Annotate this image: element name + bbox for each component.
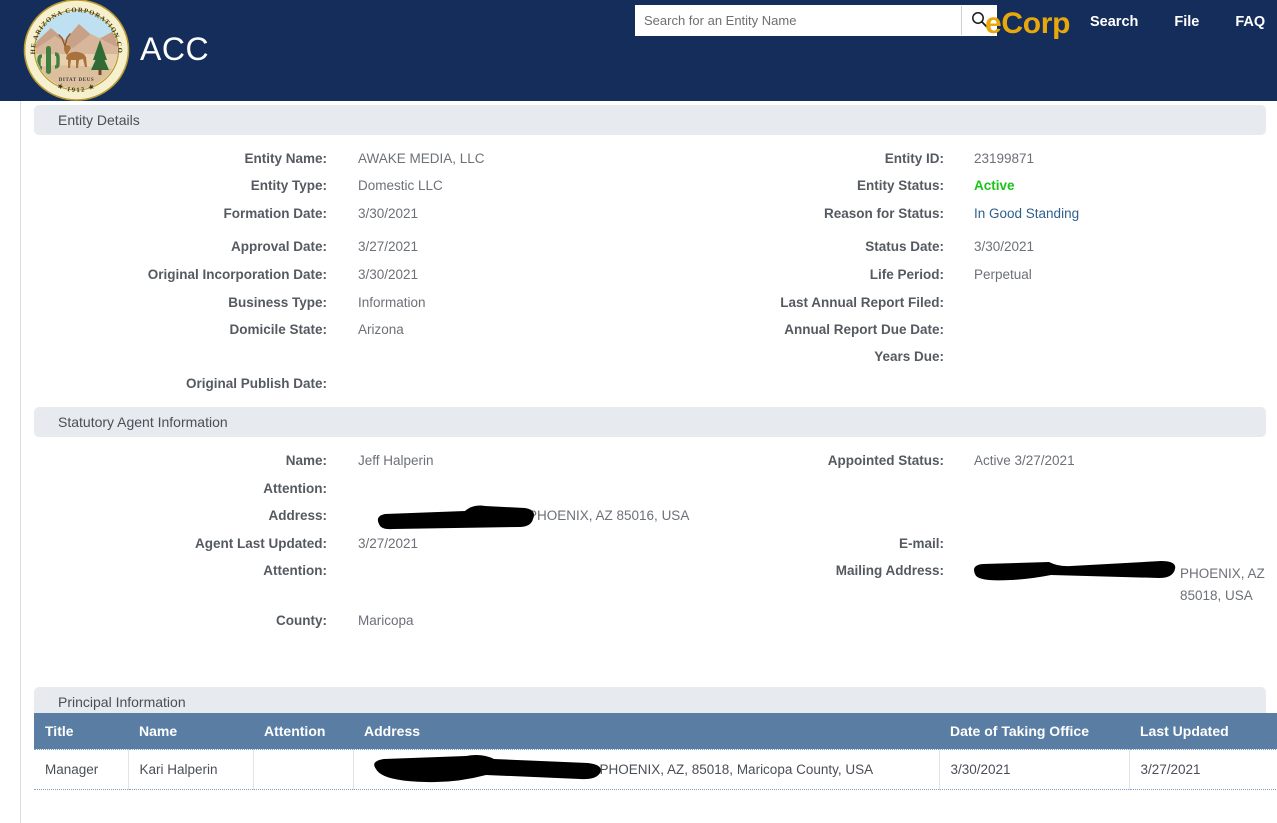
column-header-attention[interactable]: Attention bbox=[253, 713, 353, 749]
cell-date-of-taking-office: 3/30/2021 bbox=[939, 749, 1130, 790]
value-entity-id: 23199871 bbox=[974, 151, 1035, 166]
nav-link-file[interactable]: File bbox=[1174, 14, 1199, 30]
cell-name: Kari Halperin bbox=[128, 749, 254, 790]
value-business-type: Information bbox=[358, 295, 426, 310]
column-header-address[interactable]: Address bbox=[353, 713, 939, 749]
acc-seal-logo[interactable]: DITAT DEUS SEAL OF THE ARIZONA CORPORATI… bbox=[17, 0, 132, 103]
value-approval-date: 3/27/2021 bbox=[358, 239, 419, 254]
cell-attention bbox=[253, 749, 354, 790]
value-agent-address: PHOENIX, AZ 85016, USA bbox=[528, 508, 690, 523]
label-agent-attention: Attention: bbox=[263, 481, 327, 496]
search-input[interactable] bbox=[636, 6, 961, 35]
label-entity-type: Entity Type: bbox=[250, 178, 327, 193]
value-original-incorporation-date: 3/30/2021 bbox=[358, 267, 419, 282]
label-formation-date: Formation Date: bbox=[223, 206, 327, 221]
label-original-incorporation-date: Original Incorporation Date: bbox=[147, 267, 327, 282]
nav-link-faq[interactable]: FAQ bbox=[1235, 14, 1265, 30]
nav-link-search[interactable]: Search bbox=[1090, 14, 1138, 30]
label-appointed-status: Appointed Status: bbox=[827, 453, 944, 468]
entity-detail-page: Entity Details Entity Name: AWAKE MEDIA,… bbox=[20, 101, 1277, 823]
label-life-period: Life Period: bbox=[869, 267, 944, 282]
value-entity-type: Domestic LLC bbox=[358, 178, 443, 193]
label-reason-for-status: Reason for Status: bbox=[823, 206, 944, 221]
label-entity-name: Entity Name: bbox=[244, 151, 327, 166]
label-years-due: Years Due: bbox=[874, 349, 944, 364]
label-agent-email: E-mail: bbox=[898, 536, 944, 551]
label-mailing-address: Mailing Address: bbox=[835, 563, 944, 578]
column-header-last-updated[interactable]: Last Updated bbox=[1129, 713, 1277, 749]
value-appointed-status: Active 3/27/2021 bbox=[974, 453, 1075, 468]
site-header: DITAT DEUS SEAL OF THE ARIZONA CORPORATI… bbox=[0, 0, 1277, 101]
column-header-date-of-taking-office[interactable]: Date of Taking Office bbox=[939, 713, 1129, 749]
value-agent-name: Jeff Halperin bbox=[358, 453, 434, 468]
label-entity-id: Entity ID: bbox=[884, 151, 944, 166]
brand-acc-title: ACC bbox=[140, 31, 210, 67]
label-last-annual-report-filed: Last Annual Report Filed: bbox=[780, 295, 944, 310]
value-entity-status: Active bbox=[974, 178, 1015, 193]
value-domicile-state: Arizona bbox=[358, 322, 404, 337]
label-business-type: Business Type: bbox=[228, 295, 327, 310]
section-header-entity-details: Entity Details bbox=[34, 105, 1266, 135]
value-agent-last-updated: 3/27/2021 bbox=[358, 536, 419, 551]
svg-text:DITAT DEUS: DITAT DEUS bbox=[59, 78, 95, 83]
label-agent-county: County: bbox=[276, 613, 327, 628]
value-life-period: Perpetual bbox=[974, 267, 1032, 282]
label-annual-report-due-date: Annual Report Due Date: bbox=[784, 322, 944, 337]
value-agent-county: Maricopa bbox=[358, 613, 414, 628]
label-agent-address: Address: bbox=[268, 508, 327, 523]
value-formation-date: 3/30/2021 bbox=[358, 206, 419, 221]
table-row: Manager Kari Halperin PHOENIX, AZ, 85018… bbox=[34, 749, 1277, 790]
label-approval-date: Approval Date: bbox=[230, 239, 327, 254]
label-original-publish-date: Original Publish Date: bbox=[185, 376, 327, 391]
column-header-title[interactable]: Title bbox=[34, 713, 128, 749]
entity-search-box[interactable] bbox=[635, 5, 997, 36]
label-agent-name: Name: bbox=[285, 453, 327, 468]
brand-ecorp-title[interactable]: eCorp bbox=[985, 6, 1070, 42]
value-mailing-address: PHOENIX, AZ 85018, USA bbox=[1180, 566, 1265, 603]
cell-last-updated: 3/27/2021 bbox=[1129, 749, 1277, 790]
cell-address: PHOENIX, AZ, 85018, Maricopa County, USA bbox=[353, 749, 940, 790]
label-agent-attention-2: Attention: bbox=[263, 563, 327, 578]
cell-title: Manager bbox=[34, 749, 129, 790]
section-header-statutory-agent: Statutory Agent Information bbox=[34, 407, 1266, 437]
principal-information-table: Title Name Attention Address Date of Tak… bbox=[34, 713, 1277, 790]
label-status-date: Status Date: bbox=[865, 239, 944, 254]
label-entity-status: Entity Status: bbox=[856, 178, 944, 193]
label-agent-last-updated: Agent Last Updated: bbox=[194, 536, 327, 551]
table-header-row: Title Name Attention Address Date of Tak… bbox=[34, 713, 1277, 749]
value-status-date: 3/30/2021 bbox=[974, 239, 1035, 254]
primary-navigation: Search File FAQ bbox=[1090, 14, 1265, 30]
value-entity-name: AWAKE MEDIA, LLC bbox=[358, 151, 485, 166]
column-header-name[interactable]: Name bbox=[128, 713, 253, 749]
label-domicile-state: Domicile State: bbox=[229, 322, 327, 337]
value-reason-for-status[interactable]: In Good Standing bbox=[974, 206, 1079, 221]
